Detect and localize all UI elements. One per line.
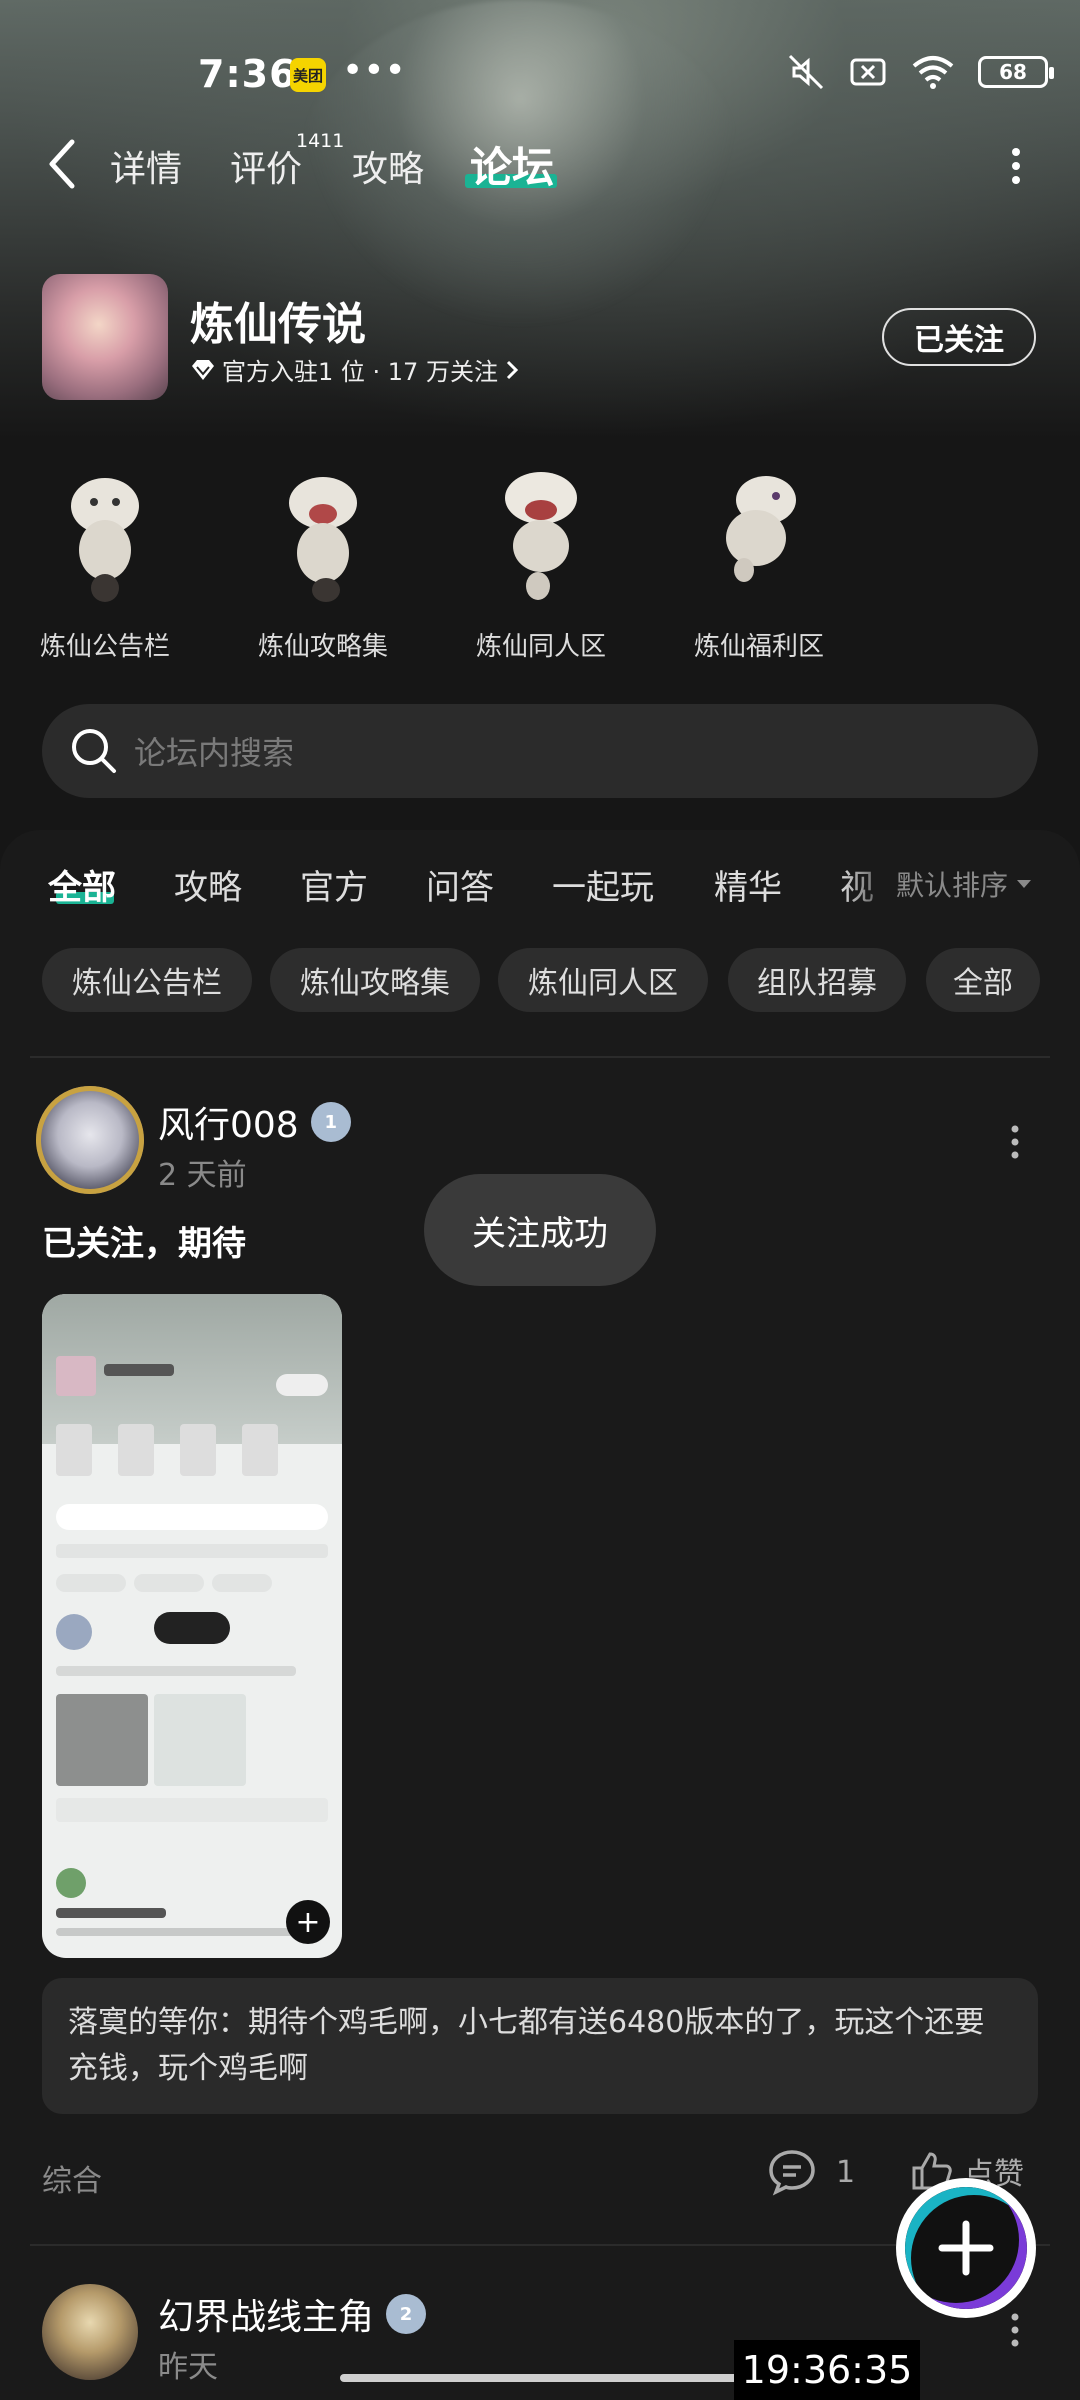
tab-reviews[interactable]: 评价 [230, 140, 302, 192]
post-image[interactable]: + [42, 1294, 342, 1958]
sub-forum-guides[interactable]: 炼仙攻略集 [238, 458, 408, 663]
post-author[interactable]: 幻界战线主角 2 [158, 2288, 427, 2340]
follow-button[interactable]: 已关注 [882, 308, 1036, 366]
sub-forum-label: 炼仙同人区 [475, 632, 606, 662]
category-guides[interactable]: 攻略 [174, 860, 242, 909]
post-more-icon[interactable] [1010, 1124, 1020, 1160]
avatar[interactable] [42, 2284, 138, 2380]
sub-forum-label: 炼仙公告栏 [39, 632, 170, 662]
chip-fan-works[interactable]: 炼仙同人区 [498, 948, 708, 1012]
game-meta[interactable]: 官方入驻1 位 · 17 万关注 [190, 352, 520, 387]
toast-message: 关注成功 [424, 1174, 656, 1286]
sort-dropdown[interactable]: 默认排序 [896, 864, 1032, 904]
status-time: 7:36 [198, 52, 297, 96]
author-name: 风行008 [158, 1105, 299, 1146]
category-qa[interactable]: 问答 [426, 860, 494, 909]
chevron-right-icon [506, 360, 519, 379]
meituan-notification-icon: 美团 [290, 58, 326, 92]
more-options-icon[interactable] [1010, 146, 1022, 186]
chip-guides[interactable]: 炼仙攻略集 [270, 948, 480, 1012]
mascot-icon [505, 472, 577, 600]
category-official[interactable]: 官方 [300, 860, 368, 909]
plus-icon [938, 2220, 994, 2276]
category-featured[interactable]: 精华 [714, 860, 782, 909]
caret-down-icon [1017, 880, 1032, 888]
mute-icon [788, 54, 824, 90]
more-notifications-icon: ••• [342, 50, 406, 91]
sub-forum-welfare[interactable]: 炼仙福利区 [674, 458, 844, 663]
post-title[interactable]: 已关注，期待 [42, 1216, 246, 1265]
post-time: 2 天前 [158, 1158, 247, 1193]
hot-comment[interactable]: 落寞的等你：期待个鸡毛啊，小七都有送6480版本的了，玩这个还要充钱，玩个鸡毛啊 [42, 1978, 1038, 2114]
chip-all[interactable]: 全部 [926, 948, 1040, 1012]
comment-button[interactable]: 1 [766, 2148, 855, 2196]
tabs-fade [840, 850, 900, 910]
clock-overlay: 19:36:35 [734, 2340, 920, 2400]
post-category[interactable]: 综合 [42, 2156, 102, 2200]
level-badge-icon: 2 [386, 2294, 427, 2334]
create-post-button[interactable] [896, 2178, 1036, 2318]
sub-forum-label: 炼仙攻略集 [257, 632, 388, 662]
chip-team-recruit[interactable]: 组队招募 [728, 948, 906, 1012]
game-icon[interactable] [42, 274, 168, 400]
back-icon[interactable] [44, 138, 84, 190]
diamond-icon [192, 359, 214, 380]
thumb-plus-icon: + [286, 1900, 330, 1944]
game-meta-text: 官方入驻1 位 · 17 万关注 [222, 358, 498, 386]
comment-count: 1 [836, 2154, 856, 2190]
divider [30, 1056, 1050, 1058]
no-sim-icon [850, 58, 886, 86]
mascot-icon [289, 477, 357, 602]
search-placeholder: 论坛内搜索 [134, 734, 295, 772]
chip-announcements[interactable]: 炼仙公告栏 [42, 948, 252, 1012]
forum-search-input[interactable]: 论坛内搜索 [42, 704, 1038, 798]
review-count-badge: 1411 [296, 130, 345, 152]
status-icons: 68 [786, 52, 1054, 92]
author-name: 幻界战线主角 [158, 2297, 375, 2338]
home-indicator[interactable] [340, 2374, 740, 2382]
sub-forum-fan-works[interactable]: 炼仙同人区 [456, 458, 626, 663]
comment-icon [769, 2150, 815, 2196]
post-time: 昨天 [158, 2350, 218, 2385]
sub-forum-announcements[interactable]: 炼仙公告栏 [20, 458, 190, 663]
avatar[interactable] [36, 1086, 144, 1194]
tab-details[interactable]: 详情 [110, 140, 182, 192]
mascot-icon [71, 478, 139, 602]
tab-forum[interactable]: 论坛 [470, 134, 554, 195]
game-title: 炼仙传说 [190, 299, 366, 350]
category-play-together[interactable]: 一起玩 [552, 860, 654, 909]
wifi-icon [912, 56, 954, 89]
battery-icon: 68 [978, 56, 1054, 88]
mascot-icon [726, 476, 796, 582]
level-badge-icon: 1 [310, 1102, 351, 1142]
category-all[interactable]: 全部 [48, 860, 116, 909]
sort-label: 默认排序 [896, 869, 1009, 902]
sub-forum-label: 炼仙福利区 [693, 632, 824, 662]
post-author[interactable]: 风行008 1 [158, 1096, 351, 1148]
tab-guides[interactable]: 攻略 [352, 140, 424, 192]
search-icon [72, 729, 116, 773]
post-more-icon[interactable] [1010, 2312, 1020, 2348]
